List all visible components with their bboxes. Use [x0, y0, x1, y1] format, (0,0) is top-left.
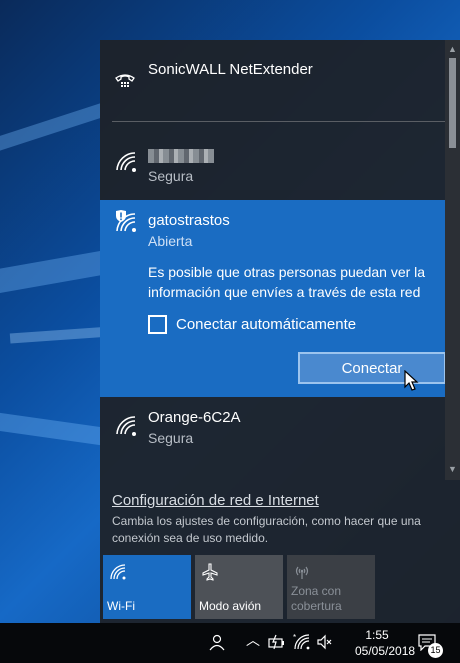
- notification-count-badge: 15: [428, 643, 443, 658]
- clock-date: 05/05/2018: [355, 644, 416, 658]
- quick-action-airplane[interactable]: Modo avión: [195, 555, 283, 619]
- divider: [112, 121, 446, 122]
- wifi-icon: [116, 416, 136, 436]
- network-flyout: SonicWALL NetExtender Segura gatostrasto…: [100, 40, 460, 623]
- vpn-phone-icon: [115, 74, 135, 87]
- wifi-tray-icon[interactable]: *: [293, 633, 311, 651]
- clock[interactable]: 1:55 05/05/2018: [355, 627, 416, 659]
- scrollbar-thumb[interactable]: [449, 58, 456, 148]
- network-name: Orange-6C2A: [148, 409, 241, 426]
- network-settings-link[interactable]: Configuración de red e Internet: [112, 492, 319, 509]
- quick-action-wifi[interactable]: Wi-Fi: [103, 555, 191, 619]
- mouse-cursor-icon: [404, 370, 419, 391]
- vpn-name: SonicWALL NetExtender: [148, 61, 313, 78]
- vpn-connection[interactable]: SonicWALL NetExtender: [100, 40, 445, 120]
- auto-connect-label: Conectar automáticamente: [176, 316, 357, 333]
- network-settings-description: Cambia los ajustes de configuración, com…: [112, 514, 421, 545]
- wifi-icon: [110, 564, 126, 580]
- people-icon[interactable]: [208, 633, 226, 651]
- quick-action-label: Modo avión: [199, 599, 262, 613]
- open-network-warning: Es posible que otras personas puedan ver…: [148, 264, 426, 300]
- airplane-icon: [202, 563, 218, 581]
- show-hidden-icons-chevron-icon[interactable]: ︿: [246, 630, 264, 648]
- network-item[interactable]: Segura: [100, 140, 445, 198]
- network-item-selected[interactable]: gatostrastos Abierta Es posible que otra…: [100, 200, 446, 397]
- wifi-shield-warning-icon: [116, 210, 136, 232]
- volume-muted-icon[interactable]: [316, 633, 334, 651]
- connect-button[interactable]: Conectar: [298, 352, 446, 384]
- quick-action-hotspot: Zona con cobertura: [287, 555, 375, 619]
- network-status: Segura: [148, 168, 194, 184]
- scroll-up-icon[interactable]: ▲: [448, 44, 457, 54]
- network-item[interactable]: Orange-6C2A Segura: [100, 402, 445, 462]
- network-status: Abierta: [148, 233, 193, 249]
- scroll-down-icon[interactable]: ▼: [448, 464, 457, 474]
- quick-action-label: Zona con cobertura: [291, 584, 342, 613]
- wifi-icon: [116, 152, 136, 172]
- network-status: Segura: [148, 430, 194, 446]
- hotspot-icon: [295, 566, 309, 579]
- svg-text:*: *: [293, 633, 296, 642]
- battery-charging-icon[interactable]: [268, 633, 286, 651]
- desktop-wallpaper: [0, 0, 100, 623]
- scrollbar[interactable]: ▲ ▼: [445, 40, 460, 480]
- network-name: gatostrastos: [148, 212, 230, 229]
- clock-time: 1:55: [365, 628, 389, 642]
- taskbar: ︿ * 1:55 05/05/2018 15: [0, 623, 460, 663]
- obscured-name-block: [148, 149, 214, 163]
- auto-connect-checkbox[interactable]: [148, 315, 167, 334]
- quick-action-label: Wi-Fi: [107, 599, 135, 613]
